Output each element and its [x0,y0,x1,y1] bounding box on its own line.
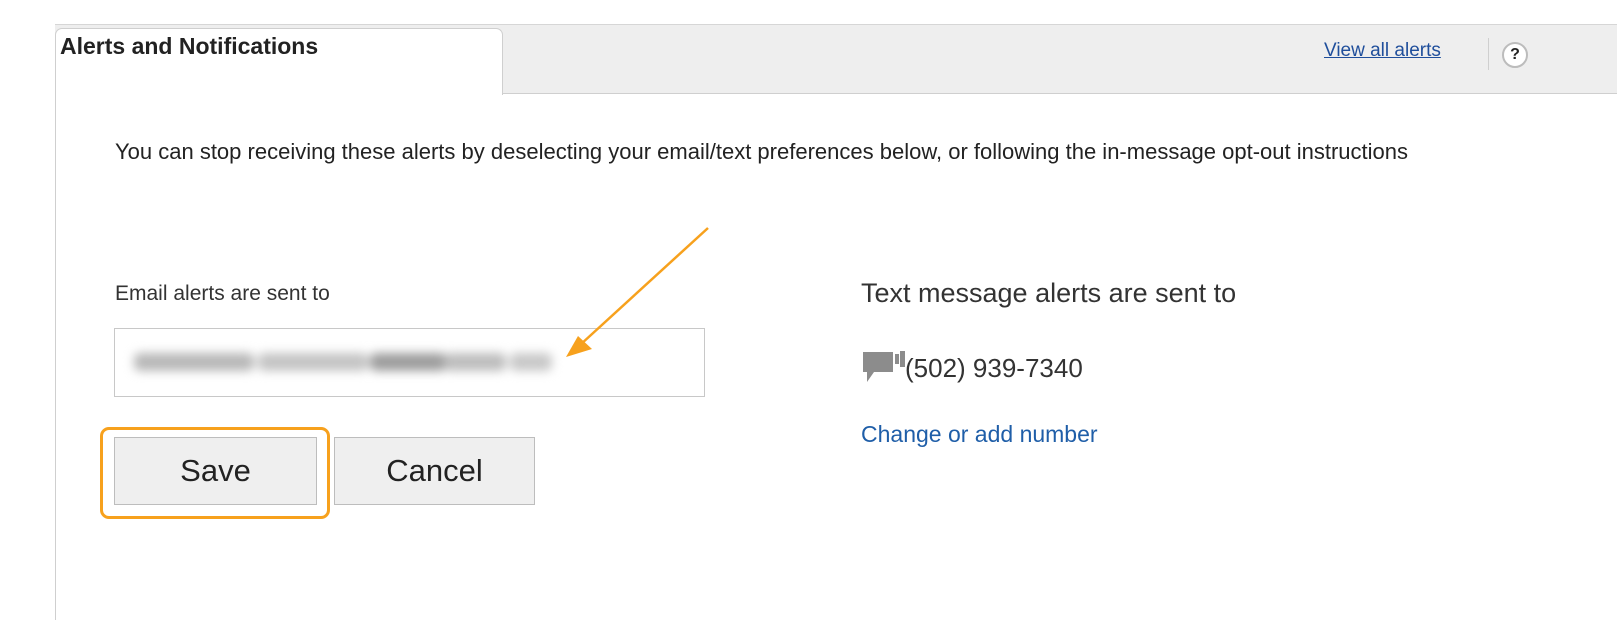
save-button[interactable]: Save [114,437,317,505]
tab-title: Alerts and Notifications [60,33,319,59]
phone-number: (502) 939-7340 [905,353,1083,383]
help-icon[interactable]: ? [1502,42,1528,68]
change-number-link[interactable]: Change or add number [861,421,1098,448]
text-alerts-label: Text message alerts are sent to [861,278,1237,308]
email-field[interactable] [114,328,705,397]
cancel-button[interactable]: Cancel [334,437,535,505]
opt-out-instructions: You can stop receiving these alerts by d… [115,139,1409,164]
view-all-alerts-link[interactable]: View all alerts [1324,40,1441,62]
panel-border [503,93,1617,94]
email-alerts-label: Email alerts are sent to [115,282,330,305]
chat-bubble-icon [863,351,905,382]
header-divider [1488,38,1489,70]
alerts-page: Alerts and Notifications View all alerts… [0,0,1617,620]
